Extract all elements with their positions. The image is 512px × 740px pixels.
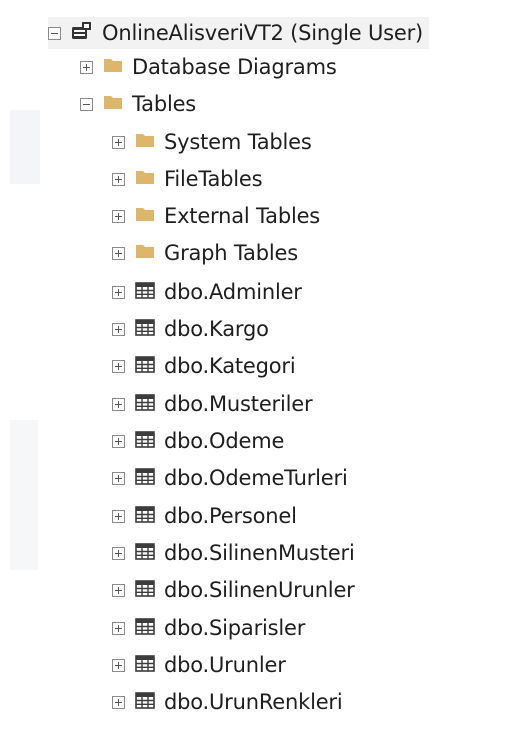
table-grid-icon [135, 393, 155, 415]
tree-node-label: dbo.Urunler [164, 653, 286, 677]
tree-node-table[interactable]: dbo.Kategori [112, 350, 296, 382]
tree-node-database-diagrams[interactable]: Database Diagrams [80, 51, 337, 83]
tree-node-external-tables[interactable]: External Tables [112, 200, 320, 232]
tree-node-table[interactable]: dbo.Adminler [112, 276, 302, 308]
table-grid-icon [135, 505, 155, 527]
tree-node-label: dbo.SilinenUrunler [164, 578, 355, 602]
tree-node-table[interactable]: dbo.SilinenMusteri [112, 537, 355, 569]
folder-icon [103, 94, 123, 114]
table-grid-icon [135, 318, 155, 340]
expand-icon[interactable] [112, 322, 125, 336]
tree-node-filetables[interactable]: FileTables [112, 163, 263, 195]
expand-icon[interactable] [112, 658, 125, 672]
object-explorer-tree: OnlineAlisveriVT2 (Single User) Database… [0, 0, 512, 740]
table-grid-icon [135, 617, 155, 639]
table-grid-icon [135, 654, 155, 676]
expand-icon[interactable] [112, 434, 125, 448]
expand-icon[interactable] [112, 135, 125, 149]
table-grid-icon [135, 542, 155, 564]
tree-node-table[interactable]: dbo.Personel [112, 500, 297, 532]
tree-node-table[interactable]: dbo.UrunRenkleri [112, 686, 343, 718]
table-grid-icon [135, 691, 155, 713]
expand-icon[interactable] [112, 583, 125, 597]
tree-node-label: dbo.Kategori [164, 354, 296, 378]
tree-node-label: FileTables [164, 167, 263, 191]
table-grid-icon [135, 579, 155, 601]
folder-icon [103, 57, 123, 77]
collapse-icon[interactable] [80, 97, 93, 111]
tree-node-label: dbo.SilinenMusteri [164, 541, 355, 565]
expand-icon[interactable] [112, 285, 125, 299]
tree-node-label: Tables [132, 92, 197, 116]
tree-node-label: dbo.Musteriler [164, 392, 313, 416]
tree-node-label: dbo.OdemeTurleri [164, 466, 348, 490]
tree-node-graph-tables[interactable]: Graph Tables [112, 237, 298, 269]
tree-node-label: dbo.Siparisler [164, 616, 306, 640]
tree-node-table[interactable]: dbo.OdemeTurleri [112, 462, 348, 494]
tree-node-table[interactable]: dbo.Odeme [112, 425, 284, 457]
tree-node-label: dbo.Adminler [164, 280, 302, 304]
tree-node-label: Graph Tables [164, 241, 298, 265]
tree-node-label: System Tables [164, 130, 312, 154]
expand-icon[interactable] [112, 397, 125, 411]
folder-icon [135, 243, 155, 263]
tree-node-label: OnlineAlisveriVT2 (Single User) [102, 21, 424, 45]
tree-node-label: dbo.UrunRenkleri [164, 690, 343, 714]
expand-icon[interactable] [112, 621, 125, 635]
table-grid-icon [135, 430, 155, 452]
folder-icon [135, 132, 155, 152]
tree-node-label: External Tables [164, 204, 321, 228]
folder-icon [135, 169, 155, 189]
tree-node-table[interactable]: dbo.Musteriler [112, 388, 313, 420]
tree-node-table[interactable]: dbo.Urunler [112, 649, 286, 681]
tree-node-label: dbo.Odeme [164, 429, 285, 453]
tree-node-tables[interactable]: Tables [80, 88, 196, 120]
expand-icon[interactable] [112, 172, 125, 186]
expand-icon[interactable] [112, 359, 125, 373]
tree-node-table[interactable]: dbo.Kargo [112, 313, 269, 345]
tree-node-table[interactable]: dbo.SilinenUrunler [112, 574, 355, 606]
expand-icon[interactable] [112, 246, 125, 260]
table-grid-icon [135, 467, 155, 489]
tree-node-label: dbo.Kargo [164, 317, 269, 341]
collapse-icon[interactable] [48, 26, 61, 40]
table-grid-icon [135, 355, 155, 377]
table-grid-icon [135, 281, 155, 303]
tree-node-database[interactable]: OnlineAlisveriVT2 (Single User) [48, 17, 430, 49]
tree-node-table[interactable]: dbo.Siparisler [112, 612, 305, 644]
expand-icon[interactable] [112, 471, 125, 485]
database-icon [71, 21, 93, 45]
expand-icon[interactable] [112, 209, 125, 223]
folder-icon [135, 206, 155, 226]
expand-icon[interactable] [80, 60, 93, 74]
tree-node-label: dbo.Personel [164, 504, 297, 528]
expand-icon[interactable] [112, 509, 125, 523]
tree-node-system-tables[interactable]: System Tables [112, 126, 312, 158]
tree-node-label: Database Diagrams [132, 55, 337, 79]
expand-icon[interactable] [112, 546, 125, 560]
expand-icon[interactable] [112, 695, 125, 709]
